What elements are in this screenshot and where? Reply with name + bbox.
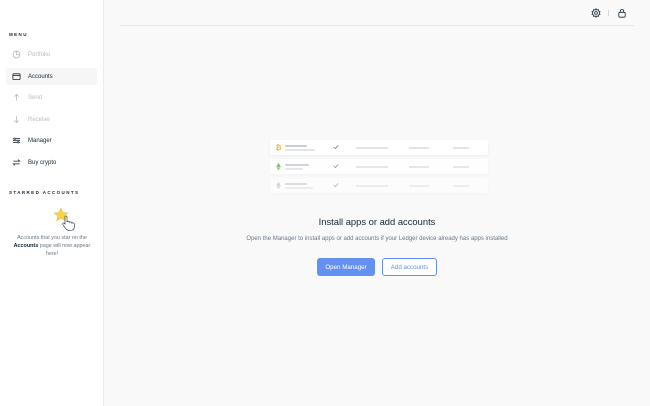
send-icon xyxy=(12,93,21,102)
sidebar-item-label: Portfolio xyxy=(28,51,51,58)
starred-empty-text: Accounts that you star on the Accounts p… xyxy=(8,234,96,258)
sidebar-item-send[interactable]: Send xyxy=(6,89,97,106)
sidebar-item-label: Buy crypto xyxy=(28,159,57,166)
check-icon xyxy=(333,183,339,188)
add-accounts-button[interactable]: Add accounts xyxy=(382,258,437,276)
open-manager-button[interactable]: Open Manager xyxy=(317,258,375,276)
settings-icon[interactable] xyxy=(591,8,601,18)
svg-text:₿: ₿ xyxy=(276,143,282,152)
sidebar-item-label: Send xyxy=(28,94,43,101)
top-bar-divider xyxy=(608,10,609,16)
sidebar-item-label: Manager xyxy=(28,137,52,144)
portfolio-icon xyxy=(12,50,21,59)
star-hand-icon xyxy=(53,207,75,231)
ethereum-classic-icon xyxy=(276,162,281,171)
sidebar-item-accounts[interactable]: Accounts xyxy=(6,68,97,85)
placeholder-row: ₿ xyxy=(270,140,488,155)
sidebar-item-portfolio[interactable]: Portfolio xyxy=(6,46,97,63)
starred-empty-text-bold: Accounts xyxy=(13,243,39,249)
wallet-icon xyxy=(12,72,21,81)
accounts-placeholder-illustration: ₿ xyxy=(270,140,488,193)
manager-icon xyxy=(12,136,21,145)
sidebar-item-buy-crypto[interactable]: Buy crypto xyxy=(6,154,97,171)
menu-title: MENU xyxy=(9,32,28,37)
exchange-icon xyxy=(12,158,21,167)
lock-icon[interactable] xyxy=(617,8,627,18)
ethereum-icon xyxy=(276,181,281,190)
starred-empty-text-pre: Accounts that you star on the xyxy=(17,235,87,241)
receive-icon xyxy=(12,115,21,124)
starred-accounts-title: STARRED ACCOUNTS xyxy=(9,190,80,195)
top-bar xyxy=(120,0,634,26)
empty-state-description: Open the Manager to install apps or add … xyxy=(246,236,508,242)
sidebar-item-label: Receive xyxy=(28,116,50,123)
check-icon xyxy=(333,164,339,169)
bitcoin-icon: ₿ xyxy=(276,143,282,152)
sidebar: MENU Portfolio Accounts Send Receive Man… xyxy=(0,0,104,406)
placeholder-row xyxy=(270,178,488,193)
starred-empty-text-post: page will now appear here! xyxy=(38,243,91,257)
check-icon xyxy=(333,145,339,150)
placeholder-row xyxy=(270,159,488,174)
sidebar-item-label: Accounts xyxy=(28,73,53,80)
sidebar-item-receive[interactable]: Receive xyxy=(6,111,97,128)
empty-state-title: Install apps or add accounts xyxy=(318,216,436,227)
sidebar-item-manager[interactable]: Manager xyxy=(6,132,97,149)
